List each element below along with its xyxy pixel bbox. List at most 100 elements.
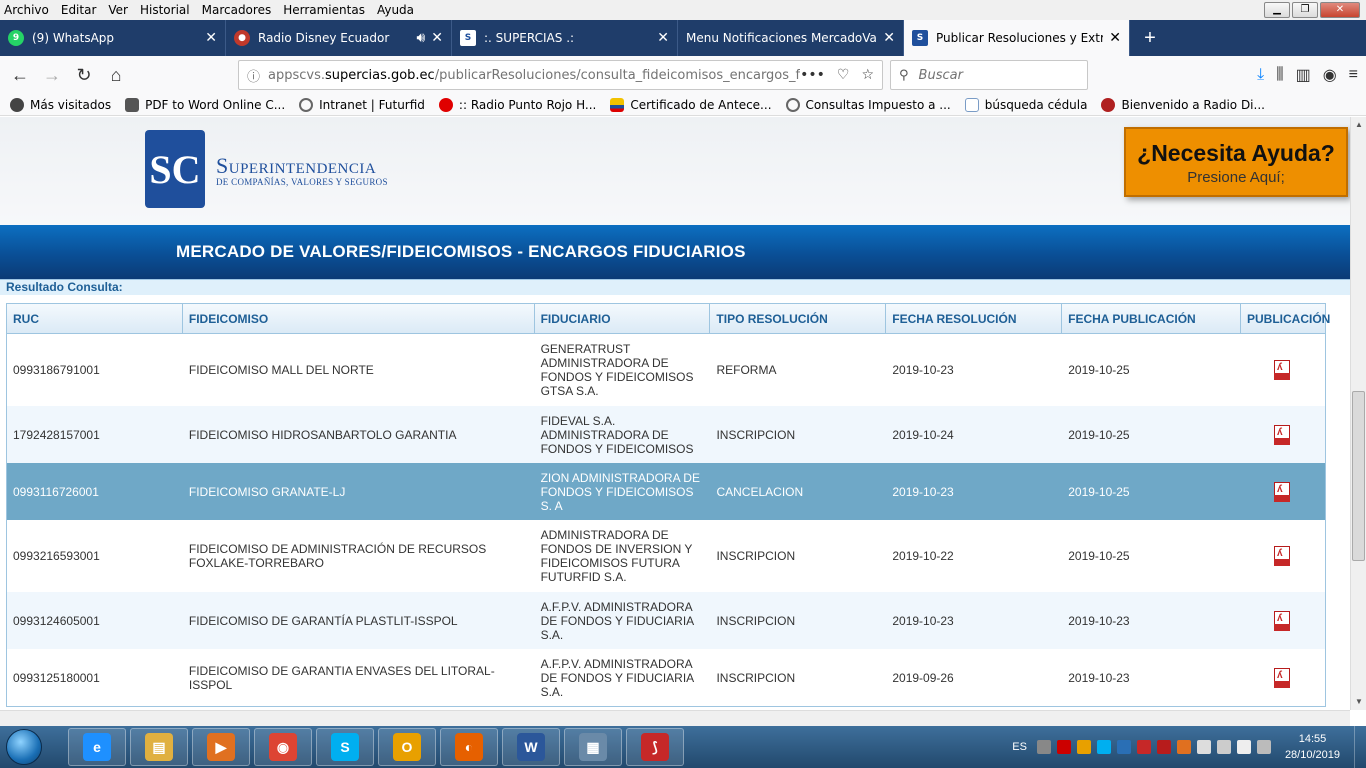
acrobat-tray-icon[interactable] bbox=[1136, 740, 1151, 754]
bookmark-pdf-to-word[interactable]: PDF to Word Online C... bbox=[125, 97, 285, 112]
bookmark-radio-di[interactable]: Bienvenido a Radio Di... bbox=[1101, 97, 1265, 112]
minimize-button[interactable]: ▁ bbox=[1264, 2, 1290, 18]
close-icon[interactable]: ✕ bbox=[883, 30, 895, 46]
table-row[interactable]: 1792428157001 FIDEICOMISO HIDROSANBARTOL… bbox=[7, 406, 1325, 463]
close-icon[interactable]: ✕ bbox=[657, 30, 669, 46]
taskbar-app[interactable]: ◐ bbox=[440, 728, 498, 766]
update-icon[interactable] bbox=[1176, 740, 1191, 754]
scroll-up-icon[interactable]: ▲ bbox=[1351, 117, 1366, 133]
close-icon[interactable]: ✕ bbox=[431, 30, 443, 46]
menu-historial[interactable]: Historial bbox=[140, 3, 190, 17]
bookmark-certificado[interactable]: Certificado de Antece... bbox=[610, 97, 772, 112]
taskbar-app[interactable]: W bbox=[502, 728, 560, 766]
column-header-fecha-publicacion[interactable]: FECHA PUBLICACIÓN bbox=[1062, 304, 1241, 333]
network-icon[interactable] bbox=[1196, 740, 1211, 754]
supercias-icon: S bbox=[912, 30, 928, 46]
volume-icon[interactable] bbox=[1216, 740, 1231, 754]
menu-herramientas[interactable]: Herramientas bbox=[283, 3, 365, 17]
pdf-download-icon[interactable]: ʎ bbox=[1274, 667, 1292, 688]
column-header-ruc[interactable]: RUC bbox=[7, 304, 183, 333]
speaker-icon[interactable] bbox=[1256, 740, 1271, 754]
bookmark-intranet[interactable]: Intranet | Futurfid bbox=[299, 97, 425, 112]
reload-button[interactable]: ↻ bbox=[68, 59, 100, 91]
column-header-publicacion[interactable]: PUBLICACIÓN bbox=[1241, 304, 1330, 333]
supercias-icon: S bbox=[460, 30, 476, 46]
table-row[interactable]: 0993125180001 FIDEICOMISO DE GARANTIA EN… bbox=[7, 649, 1325, 706]
bookmark-radio-punto-rojo[interactable]: :: Radio Punto Rojo H... bbox=[438, 97, 596, 112]
taskbar-app[interactable]: O bbox=[378, 728, 436, 766]
skype-tray-icon[interactable] bbox=[1096, 740, 1111, 754]
column-header-fecha-resolucion[interactable]: FECHA RESOLUCIÓN bbox=[886, 304, 1063, 333]
vertical-scrollbar[interactable]: ▲ ▼ bbox=[1350, 117, 1366, 710]
taskbar-app[interactable]: ⟆ bbox=[626, 728, 684, 766]
show-desktop-button[interactable] bbox=[1354, 726, 1366, 768]
help-button[interactable]: ¿Necesita Ayuda? Presione Aquí; bbox=[1124, 127, 1348, 197]
tab-publicar-resoluciones[interactable]: S Publicar Resoluciones y Extracto ✕ bbox=[904, 20, 1130, 56]
info-icon[interactable]: ⓘ bbox=[247, 66, 260, 85]
outlook-tray-icon[interactable] bbox=[1076, 740, 1091, 754]
close-window-button[interactable]: ✕ bbox=[1320, 2, 1360, 18]
pdf-download-icon[interactable]: ʎ bbox=[1274, 610, 1292, 631]
library-icon[interactable]: ⫼ bbox=[1276, 66, 1283, 84]
close-icon[interactable]: ✕ bbox=[205, 30, 217, 46]
account-icon[interactable]: ◉ bbox=[1323, 65, 1337, 85]
mail-icon[interactable] bbox=[1116, 740, 1131, 754]
pdf-download-icon[interactable]: ʎ bbox=[1274, 360, 1292, 380]
taskbar-app[interactable]: ◉ bbox=[254, 728, 312, 766]
start-button[interactable] bbox=[0, 726, 48, 768]
menu-ayuda[interactable]: Ayuda bbox=[377, 3, 414, 17]
page-actions-icon[interactable]: ••• bbox=[800, 67, 825, 83]
tab-supercias[interactable]: S :. SUPERCIAS .: ✕ bbox=[452, 20, 678, 56]
tab-whatsapp[interactable]: 9 (9) WhatsApp ✕ bbox=[0, 20, 226, 56]
sidebar-icon[interactable]: ▥ bbox=[1296, 65, 1311, 85]
table-row[interactable]: 0993216593001 FIDEICOMISO DE ADMINISTRAC… bbox=[7, 520, 1325, 592]
taskbar-app[interactable]: e bbox=[68, 728, 126, 766]
taskbar-app[interactable]: S bbox=[316, 728, 374, 766]
table-row[interactable]: 0993124605001 FIDEICOMISO DE GARANTÍA PL… bbox=[7, 592, 1325, 649]
scroll-down-icon[interactable]: ▼ bbox=[1351, 694, 1366, 710]
maximize-button[interactable]: ❐ bbox=[1292, 2, 1318, 18]
taskbar-app[interactable]: ▤ bbox=[130, 728, 188, 766]
home-button[interactable]: ⌂ bbox=[100, 59, 132, 91]
column-header-fiduciario[interactable]: FIDUCIARIO bbox=[535, 304, 711, 333]
column-header-fideicomiso[interactable]: FIDEICOMISO bbox=[183, 304, 535, 333]
search-bar[interactable]: ⚲ Buscar bbox=[890, 60, 1088, 90]
bookmark-star-icon[interactable]: ☆ bbox=[861, 67, 874, 83]
tab-radio-disney[interactable]: ● Radio Disney Ecuador 🔊︎ ✕ bbox=[226, 20, 452, 56]
table-row-selected[interactable]: 0993116726001 FIDEICOMISO GRANATE-LJ ZIO… bbox=[7, 463, 1325, 520]
pocket-icon[interactable]: ♡ bbox=[837, 67, 850, 83]
back-button[interactable]: ← bbox=[4, 59, 36, 91]
scrollbar-thumb[interactable] bbox=[1352, 391, 1365, 561]
forward-button[interactable]: → bbox=[36, 59, 68, 91]
new-tab-button[interactable]: + bbox=[1130, 20, 1170, 56]
menu-marcadores[interactable]: Marcadores bbox=[202, 3, 272, 17]
bookmark-mas-visitados[interactable]: Más visitados bbox=[10, 97, 111, 112]
keyboard-icon[interactable] bbox=[1036, 740, 1051, 754]
hamburger-menu-icon[interactable]: ≡ bbox=[1349, 66, 1358, 84]
menu-editar[interactable]: Editar bbox=[61, 3, 97, 17]
language-indicator[interactable]: ES bbox=[1012, 741, 1027, 753]
download-icon[interactable]: ⤓ bbox=[1257, 66, 1264, 84]
pdf-download-icon[interactable]: ʎ bbox=[1274, 424, 1292, 445]
pdf-download-icon[interactable]: ʎ bbox=[1274, 546, 1292, 566]
bookmark-consultas-impuesto[interactable]: Consultas Impuesto a ... bbox=[785, 97, 951, 112]
menu-ver[interactable]: Ver bbox=[108, 3, 128, 17]
column-header-tipo-resolucion[interactable]: TIPO RESOLUCIÓN bbox=[710, 304, 887, 333]
bookmark-busqueda-cedula[interactable]: búsqueda cédula bbox=[964, 97, 1087, 112]
pdf-tray-icon[interactable] bbox=[1156, 740, 1171, 754]
clock[interactable]: 14:55 28/10/2019 bbox=[1285, 731, 1340, 763]
flag-icon[interactable] bbox=[1236, 740, 1251, 754]
close-icon[interactable]: ✕ bbox=[1109, 30, 1121, 46]
speaker-icon[interactable]: 🔊︎ bbox=[416, 30, 425, 46]
taskbar-app[interactable]: ▦ bbox=[564, 728, 622, 766]
menu-archivo[interactable]: Archivo bbox=[4, 3, 49, 17]
horizontal-scrollbar[interactable] bbox=[0, 710, 1350, 726]
taskbar-app[interactable]: ▶ bbox=[192, 728, 250, 766]
supercias-logo[interactable]: SC bbox=[145, 130, 205, 208]
cell-fideicomiso: FIDEICOMISO GRANATE-LJ bbox=[188, 484, 346, 499]
tab-menu-notificaciones[interactable]: Menu Notificaciones MercadoValor ✕ bbox=[678, 20, 904, 56]
url-bar[interactable]: ⓘ appscvs.supercias.gob.ec/publicarResol… bbox=[238, 60, 883, 90]
pdf-download-icon[interactable]: ʎ bbox=[1274, 481, 1292, 502]
antivirus-icon[interactable] bbox=[1056, 740, 1071, 754]
table-row[interactable]: 0993186791001 FIDEICOMISO MALL DEL NORTE… bbox=[7, 334, 1325, 406]
